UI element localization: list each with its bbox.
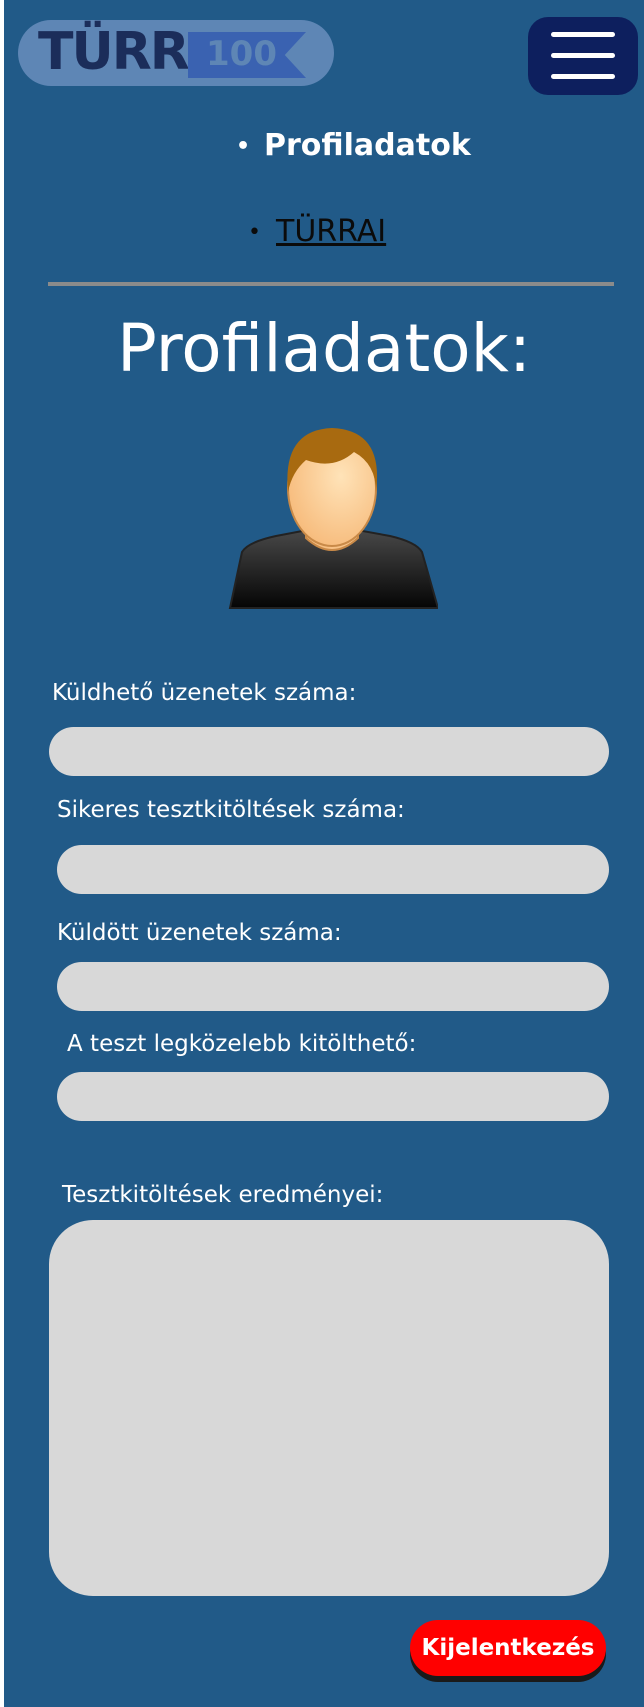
hamburger-menu-icon[interactable]: [528, 17, 638, 95]
sent-messages-field[interactable]: [57, 962, 609, 1011]
nav-divider: [48, 282, 614, 286]
nav-item-profiladatok[interactable]: • Profiladatok: [236, 128, 471, 163]
menu-bar: [551, 32, 615, 37]
field-label-next-test: A teszt legközelebb kitölthető:: [67, 1031, 417, 1057]
test-results-textarea[interactable]: [49, 1220, 609, 1596]
logo-text: TÜRR: [38, 22, 190, 82]
nav-item-turrai[interactable]: • TÜRRAI: [248, 214, 386, 249]
logo-number: 100: [206, 34, 277, 74]
field-label-test-results: Tesztkitöltések eredményei:: [62, 1182, 384, 1208]
successful-tests-field[interactable]: [57, 845, 609, 894]
sendable-messages-field[interactable]: [49, 727, 609, 776]
user-avatar-icon: [228, 428, 438, 609]
field-label-sent-messages: Küldött üzenetek száma:: [57, 920, 342, 946]
menu-bar: [551, 74, 615, 79]
bullet-icon: •: [236, 134, 251, 159]
nav-item-label: TÜRRAI: [276, 214, 387, 249]
field-label-sendable-messages: Küldhető üzenetek száma:: [52, 680, 357, 706]
logout-button[interactable]: Kijelentkezés: [410, 1620, 606, 1676]
bullet-icon: •: [248, 220, 261, 245]
nav-item-label: Profiladatok: [264, 128, 471, 163]
page: TÜRR 100 • Profiladatok • TÜRRAI Profilada…: [4, 0, 644, 1707]
menu-bar: [551, 53, 615, 58]
field-label-successful-tests: Sikeres tesztkitöltések száma:: [57, 797, 405, 823]
page-title: Profiladatok:: [116, 310, 532, 387]
turr100-logo[interactable]: TÜRR 100: [18, 20, 334, 86]
next-test-date-field[interactable]: [57, 1072, 609, 1121]
